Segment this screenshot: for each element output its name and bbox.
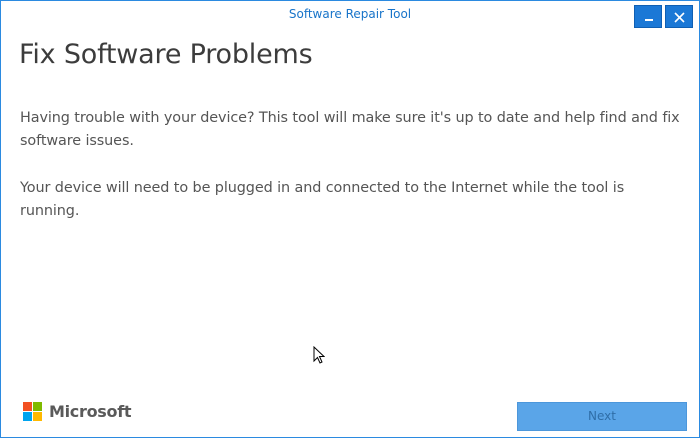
window-title: Software Repair Tool <box>288 7 412 21</box>
requirements-paragraph: Your device will need to be plugged in a… <box>20 180 625 219</box>
minimize-icon <box>645 19 653 21</box>
page-title: Fix Software Problems <box>19 39 313 70</box>
software-repair-window: Software Repair Tool Fix Software Proble… <box>0 0 700 438</box>
brand-name: Microsoft <box>49 402 132 421</box>
next-button[interactable]: Next <box>517 402 687 431</box>
microsoft-logo-icon <box>23 402 43 422</box>
close-icon <box>674 12 685 23</box>
close-button[interactable] <box>665 5 693 28</box>
minimize-button[interactable] <box>634 5 662 28</box>
title-bar[interactable]: Software Repair Tool <box>1 1 699 31</box>
mouse-pointer-icon <box>313 346 325 364</box>
description-paragraph: Having trouble with your device? This to… <box>20 110 680 149</box>
